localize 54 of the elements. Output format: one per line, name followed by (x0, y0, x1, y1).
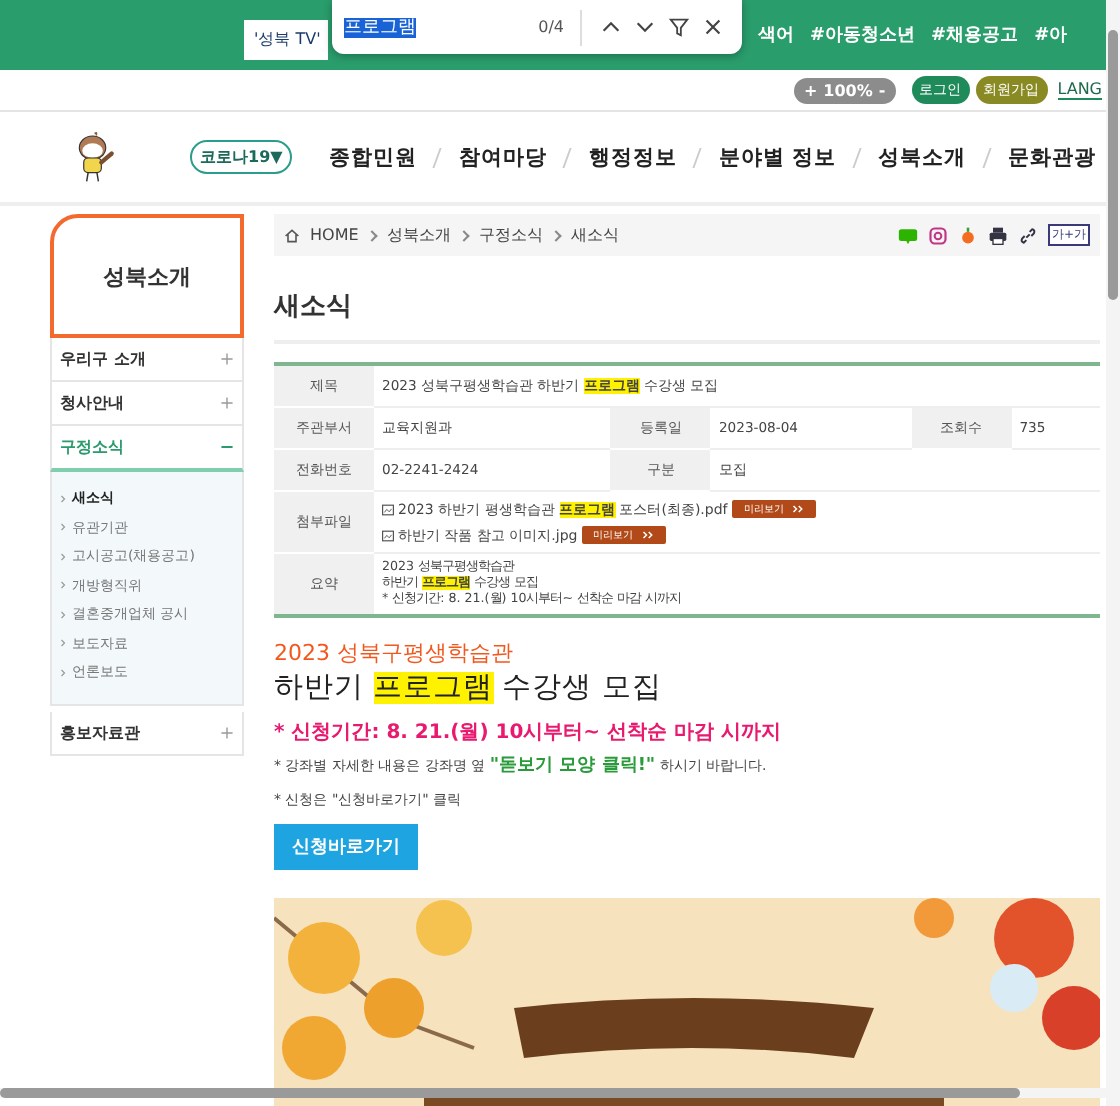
zoom-in-button[interactable]: + (803, 81, 818, 99)
chevron-icon (60, 551, 66, 562)
article-title: 하반기 프로그램 수강생 모집 (274, 670, 664, 706)
article-subtitle: 2023 성북구평생학습관 (274, 638, 515, 668)
hashtag-link[interactable]: #아 (1034, 22, 1068, 48)
sidebar-item[interactable]: 청사안내 (50, 382, 244, 426)
home-icon (284, 227, 300, 243)
sidebar-title: 성북소개 (50, 214, 244, 338)
chevron-icon (60, 522, 66, 533)
covid-menu-button[interactable]: 코로나19▼ (190, 140, 293, 174)
file-icon (382, 503, 394, 515)
page-title: 새소식 (274, 290, 354, 326)
sidebar-item[interactable]: 우리구 소개 (50, 338, 244, 382)
nav-item[interactable]: 분야별 정보 (718, 143, 836, 171)
scrollbar-thumb[interactable] (0, 1088, 1020, 1098)
double-chevron-icon (641, 530, 654, 540)
application-period: * 신청기간: 8. 21.(월) 10시부터~ 선착순 마감 시까지 (274, 720, 784, 746)
close-icon[interactable] (702, 16, 724, 38)
breadcrumb-link[interactable]: 성북소개 (386, 224, 451, 246)
nav-item[interactable]: 종합민원 (328, 143, 417, 171)
chevron-icon (60, 609, 66, 620)
filter-icon[interactable] (668, 16, 690, 38)
match-count: 0/4 (538, 18, 564, 36)
find-input[interactable]: 프로그램 (344, 14, 539, 40)
plus-icon (220, 396, 234, 410)
double-chevron-icon (791, 504, 804, 514)
breadcrumb-link[interactable]: HOME (310, 226, 359, 244)
chevron-icon (60, 667, 66, 678)
nav-item[interactable]: 성북소개 (877, 143, 966, 171)
nav-item[interactable]: 행정정보 (588, 143, 677, 171)
scrollbar-thumb[interactable] (1108, 30, 1118, 300)
plus-icon (220, 725, 234, 739)
search-field[interactable]: '성북 TV' (244, 19, 328, 59)
link-icon[interactable] (1017, 225, 1038, 245)
chevron-icon (60, 638, 66, 649)
nav-item[interactable]: 문화관광 (1007, 143, 1096, 171)
chevron-icon (60, 580, 66, 591)
hashtag-link[interactable]: #아동청소년 (810, 22, 916, 48)
zoom-out-button[interactable]: - (878, 81, 886, 99)
plus-icon (220, 352, 234, 366)
hashtag-link[interactable]: #채용공고 (931, 22, 1019, 48)
sidebar-item[interactable]: 홍보자료관 (50, 711, 244, 755)
chevron-icon (60, 493, 66, 504)
hashtag-link[interactable]: 색어 (758, 22, 794, 48)
breadcrumb-link[interactable]: 구정소식 (478, 224, 543, 246)
zoom-level: 100% (823, 81, 873, 99)
print-icon[interactable] (987, 225, 1008, 245)
instagram-icon[interactable] (927, 225, 948, 245)
file-icon (382, 529, 394, 541)
language-link[interactable]: LANG (1057, 80, 1102, 100)
breadcrumb-link[interactable]: 새소식 (570, 224, 619, 246)
minus-icon (220, 440, 234, 454)
nav-item[interactable]: 참여마당 (458, 143, 547, 171)
carrot-icon[interactable] (957, 225, 978, 245)
